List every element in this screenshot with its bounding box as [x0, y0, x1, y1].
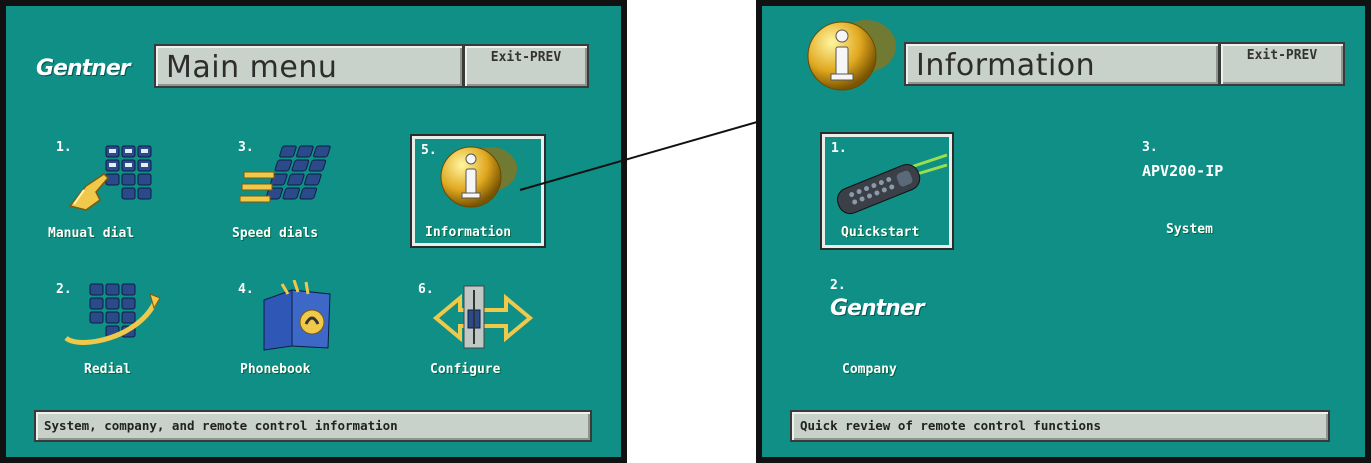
- main-menu-screen: Gentner Main menu Exit-PREV 1. Manual di…: [0, 0, 627, 463]
- redial-keypad-icon: [64, 283, 161, 345]
- page-title: Main menu: [166, 50, 338, 85]
- status-bar: System, company, and remote control info…: [34, 410, 592, 442]
- exit-prev-button[interactable]: Exit-PREV: [1219, 42, 1345, 86]
- status-bar: Quick review of remote control functions: [790, 410, 1330, 442]
- speed-keypad-icon: [240, 145, 331, 203]
- page-title: Information: [916, 48, 1096, 83]
- menu-item-redial[interactable]: 2. Redial: [48, 276, 178, 381]
- menu-item-speed-dials[interactable]: 3. Speed dials: [232, 134, 362, 249]
- menu-item-label: Quickstart: [841, 225, 920, 240]
- exit-prev-button[interactable]: Exit-PREV: [463, 44, 589, 88]
- item-number: 2.: [830, 278, 846, 293]
- menu-item-system[interactable]: 3. APV200-IP System: [1142, 138, 1282, 248]
- menu-item-label: Redial: [84, 362, 131, 377]
- menu-item-label: System: [1166, 222, 1213, 237]
- gentner-logo: Gentner: [36, 56, 131, 81]
- menu-item-label: Phonebook: [240, 362, 311, 377]
- menu-item-label: Speed dials: [232, 226, 319, 241]
- info-icon: [807, 20, 896, 91]
- menu-item-quickstart[interactable]: 1. Quickstart: [820, 132, 954, 250]
- menu-item-company[interactable]: 2. Gentner Company: [826, 276, 956, 386]
- remote-control-icon: [836, 153, 948, 215]
- info-icon: [440, 146, 517, 208]
- configure-slider-icon: [432, 285, 534, 349]
- menu-item-label: Company: [842, 362, 897, 377]
- menu-item-label: Information: [425, 225, 512, 240]
- page-title-bar: Information: [904, 42, 1220, 86]
- menu-item-phonebook[interactable]: 4. Phonebook: [232, 276, 362, 381]
- phonebook-icon: [263, 280, 331, 351]
- menu-item-manual-dial[interactable]: 1. Manual dial: [48, 134, 178, 249]
- page-title-bar: Main menu: [154, 44, 464, 88]
- model-name: APV200-IP: [1142, 162, 1224, 180]
- keypad-hand-icon: [68, 145, 152, 211]
- menu-item-configure[interactable]: 6. Configure: [412, 276, 544, 381]
- item-number: 3.: [1142, 140, 1158, 155]
- gentner-logo: Gentner: [830, 296, 925, 321]
- menu-item-label: Manual dial: [48, 226, 135, 241]
- information-screen: Information Exit-PREV 1. Quickstart 3. A…: [756, 0, 1371, 463]
- menu-item-label: Configure: [430, 362, 501, 377]
